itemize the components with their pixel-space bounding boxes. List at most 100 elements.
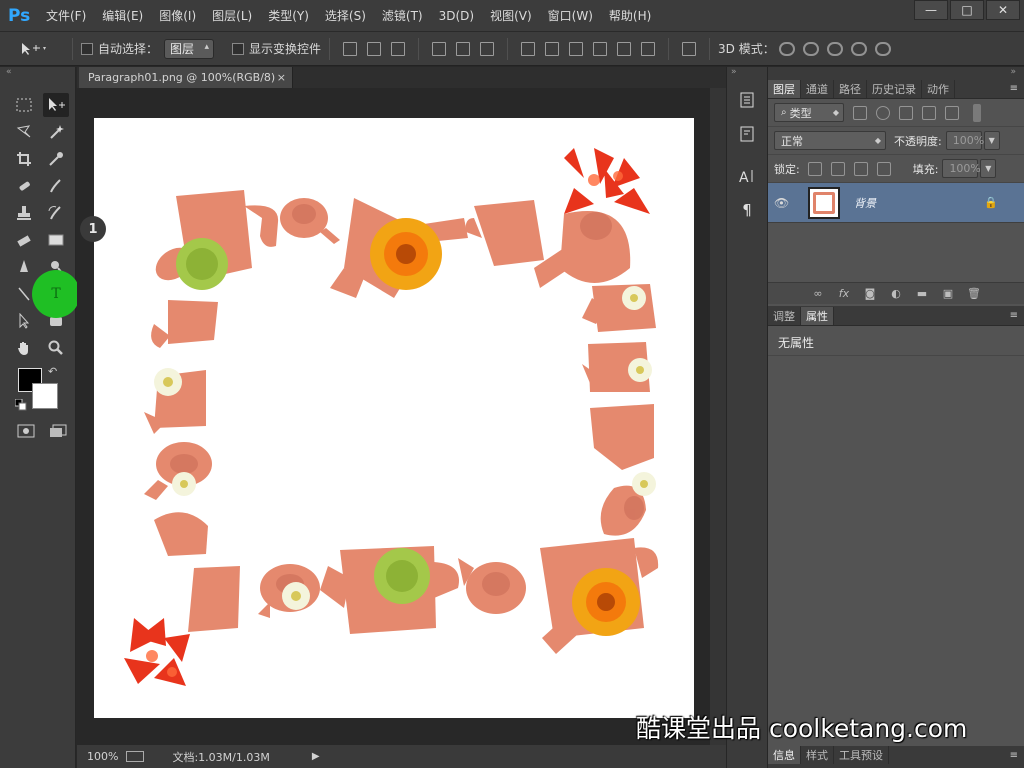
status-info-icon[interactable] bbox=[126, 751, 145, 762]
history-brush-tool-icon[interactable] bbox=[43, 201, 69, 225]
distribute-hcenter-icon[interactable] bbox=[617, 41, 632, 56]
status-menu-arrow-icon[interactable]: ▶ bbox=[312, 751, 320, 762]
history-panel-icon[interactable] bbox=[730, 87, 764, 113]
tab-layers[interactable]: 图层 bbox=[768, 80, 801, 98]
slide-3d-icon[interactable] bbox=[850, 41, 867, 56]
align-right-icon[interactable] bbox=[480, 41, 495, 56]
add-mask-icon[interactable]: ◙ bbox=[863, 287, 877, 300]
lock-transparency-icon[interactable] bbox=[807, 161, 822, 176]
hand-tool-icon[interactable] bbox=[11, 336, 37, 360]
distribute-bottom-icon[interactable] bbox=[569, 41, 584, 56]
tab-adjustments[interactable]: 调整 bbox=[768, 307, 801, 325]
blend-mode-dropdown[interactable]: 正常 ◆ bbox=[774, 131, 886, 150]
document-tab[interactable]: Paragraph01.png @ 100%(RGB/8) × bbox=[79, 67, 293, 88]
pan-3d-icon[interactable] bbox=[826, 41, 843, 56]
filter-pixel-icon[interactable] bbox=[853, 105, 867, 120]
tab-actions[interactable]: 动作 bbox=[922, 80, 955, 98]
menu-file[interactable]: 文件(F) bbox=[38, 0, 94, 32]
panel-menu-icon[interactable]: ≡ bbox=[1010, 310, 1018, 321]
move-tool-icon[interactable] bbox=[43, 92, 69, 117]
screen-mode-icon[interactable] bbox=[45, 419, 71, 443]
fill-input[interactable]: 100% bbox=[942, 159, 981, 178]
opacity-dropdown[interactable]: ▼ bbox=[983, 131, 1000, 150]
menu-view[interactable]: 视图(V) bbox=[482, 0, 540, 32]
auto-align-icon[interactable] bbox=[682, 41, 697, 56]
align-top-icon[interactable] bbox=[343, 41, 358, 56]
paragraph-panel-icon[interactable]: ¶ bbox=[730, 197, 764, 223]
tab-history[interactable]: 历史记录 bbox=[867, 80, 922, 98]
document-canvas[interactable] bbox=[94, 118, 694, 718]
distribute-top-icon[interactable] bbox=[521, 41, 536, 56]
roll-3d-icon[interactable] bbox=[802, 41, 819, 56]
panel-collapse-icon[interactable]: » bbox=[768, 67, 1024, 79]
lock-all-icon[interactable] bbox=[876, 161, 891, 176]
swap-colors-icon[interactable]: ↶ bbox=[48, 365, 57, 378]
menu-window[interactable]: 窗口(W) bbox=[540, 0, 601, 32]
path-selection-tool-icon[interactable] bbox=[11, 309, 37, 333]
eraser-tool-icon[interactable] bbox=[11, 228, 37, 252]
menu-type[interactable]: 类型(Y) bbox=[260, 0, 317, 32]
opacity-input[interactable]: 100% bbox=[945, 131, 984, 150]
orbit-3d-icon[interactable] bbox=[778, 41, 795, 56]
delete-layer-icon[interactable]: 🗑 bbox=[967, 287, 981, 300]
menu-layer[interactable]: 图层(L) bbox=[204, 0, 260, 32]
gradient-tool-icon[interactable] bbox=[43, 228, 69, 252]
background-color-swatch[interactable] bbox=[32, 383, 58, 409]
layer-style-icon[interactable]: fx bbox=[837, 287, 851, 300]
minimize-button[interactable]: — bbox=[914, 0, 948, 20]
marquee-tool-icon[interactable] bbox=[11, 93, 37, 117]
menu-help[interactable]: 帮助(H) bbox=[601, 0, 659, 32]
distribute-right-icon[interactable] bbox=[641, 41, 656, 56]
tool-preset-picker[interactable] bbox=[18, 34, 64, 64]
menu-3d[interactable]: 3D(D) bbox=[431, 0, 482, 32]
auto-select-checkbox[interactable] bbox=[81, 42, 93, 55]
lock-pixels-icon[interactable] bbox=[830, 161, 845, 176]
tab-properties[interactable]: 属性 bbox=[801, 307, 834, 325]
align-bottom-icon[interactable] bbox=[391, 41, 406, 56]
layer-filter-dropdown[interactable]: ⌕ 类型 ◆ bbox=[774, 103, 844, 122]
tab-info[interactable]: 信息 bbox=[768, 746, 801, 764]
panel-menu-icon[interactable]: ≡ bbox=[1010, 83, 1018, 94]
clone-stamp-tool-icon[interactable] bbox=[11, 201, 37, 225]
new-group-icon[interactable]: ▬ bbox=[915, 287, 929, 300]
lock-position-icon[interactable] bbox=[853, 161, 868, 176]
new-layer-icon[interactable]: ▣ bbox=[941, 287, 955, 300]
healing-brush-tool-icon[interactable] bbox=[11, 174, 37, 198]
menu-edit[interactable]: 编辑(E) bbox=[94, 0, 151, 32]
menu-select[interactable]: 选择(S) bbox=[317, 0, 374, 32]
layer-name[interactable]: 背景 bbox=[854, 195, 876, 211]
filter-adjustment-icon[interactable] bbox=[876, 105, 890, 120]
tab-paths[interactable]: 路径 bbox=[834, 80, 867, 98]
distribute-left-icon[interactable] bbox=[593, 41, 608, 56]
align-vcenter-icon[interactable] bbox=[367, 41, 382, 56]
tab-channels[interactable]: 通道 bbox=[801, 80, 834, 98]
actions-panel-icon[interactable] bbox=[730, 121, 764, 147]
close-tab-icon[interactable]: × bbox=[277, 71, 286, 84]
maximize-button[interactable]: □ bbox=[950, 0, 984, 20]
distribute-vcenter-icon[interactable] bbox=[545, 41, 560, 56]
fill-dropdown[interactable]: ▼ bbox=[980, 159, 997, 178]
align-left-icon[interactable] bbox=[432, 41, 447, 56]
new-adjustment-layer-icon[interactable]: ◐ bbox=[889, 287, 903, 300]
auto-select-dropdown[interactable]: 图层 ▴ bbox=[164, 38, 215, 59]
canvas-scrollbar[interactable] bbox=[710, 88, 726, 745]
panel-collapse-icon[interactable]: « bbox=[0, 67, 75, 79]
menu-image[interactable]: 图像(I) bbox=[151, 0, 204, 32]
filter-shape-icon[interactable] bbox=[922, 105, 936, 120]
tab-styles[interactable]: 样式 bbox=[801, 746, 834, 764]
tab-tool-presets[interactable]: 工具预设 bbox=[834, 746, 889, 764]
zoom-tool-icon[interactable] bbox=[43, 336, 69, 360]
magic-wand-tool-icon[interactable] bbox=[43, 120, 69, 144]
default-colors-icon[interactable] bbox=[14, 398, 27, 411]
layer-row-background[interactable]: 👁 背景 🔒 bbox=[768, 183, 1024, 223]
blur-tool-icon[interactable] bbox=[11, 255, 37, 279]
panel-collapse-icon[interactable]: » bbox=[727, 67, 767, 79]
character-panel-icon[interactable]: A bbox=[730, 163, 764, 189]
filter-smart-object-icon[interactable] bbox=[945, 105, 959, 120]
link-layers-icon[interactable]: ∞ bbox=[811, 287, 825, 300]
menu-filter[interactable]: 滤镜(T) bbox=[374, 0, 431, 32]
close-button[interactable]: ✕ bbox=[986, 0, 1020, 20]
show-transform-checkbox[interactable] bbox=[232, 42, 245, 55]
quick-mask-icon[interactable] bbox=[13, 419, 39, 443]
zoom-level[interactable]: 100% bbox=[87, 750, 118, 763]
